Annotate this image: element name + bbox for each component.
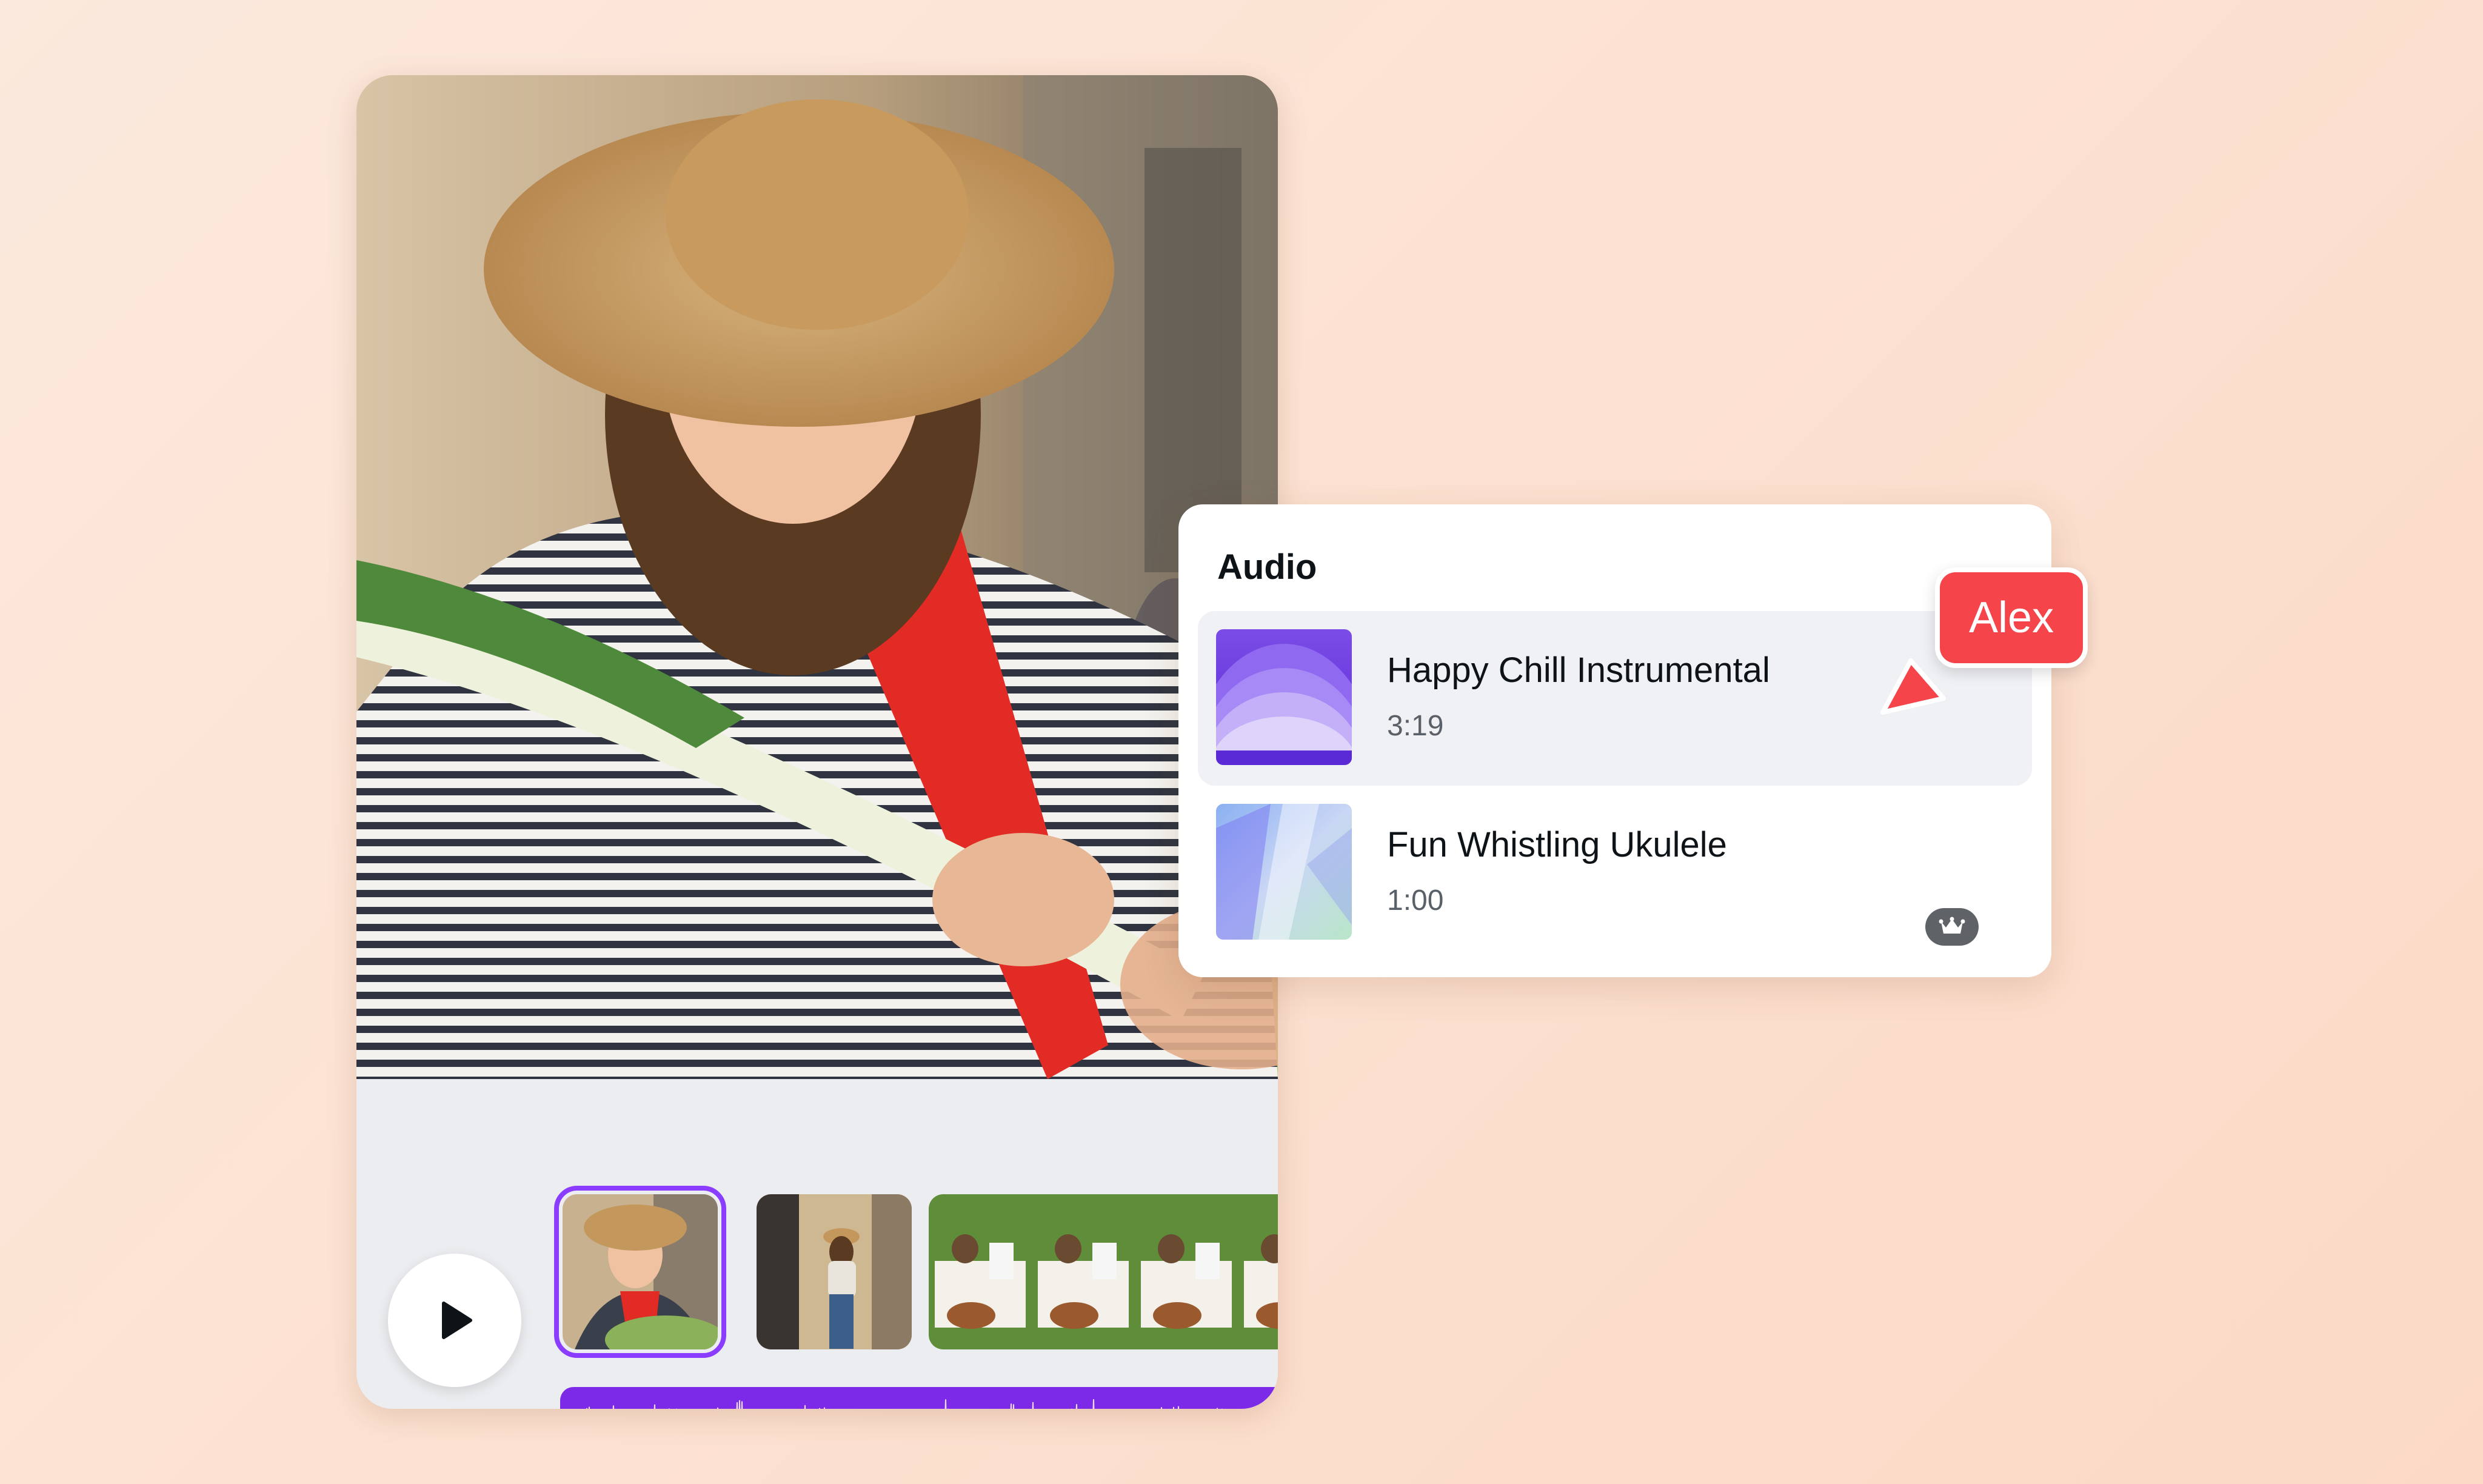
clip-thumbnail (929, 1194, 1278, 1349)
audio-panel: Audio Happy Chill Instrumental 3:19 Fun … (1178, 504, 2051, 977)
timeline-clip-market-vendor[interactable] (554, 1186, 726, 1358)
cursor-icon (1880, 658, 1946, 715)
video-preview[interactable] (356, 75, 1278, 1079)
panel-title: Audio (1217, 547, 1317, 587)
clip-thumbnail (563, 1194, 718, 1349)
play-button[interactable] (388, 1254, 521, 1387)
track-title: Happy Chill Instrumental (1387, 650, 1770, 690)
track-title: Fun Whistling Ukulele (1387, 825, 1727, 864)
audio-waveform (586, 1399, 1223, 1409)
premium-badge (1925, 908, 1979, 946)
preview-image (356, 75, 1278, 1079)
collaborator-name-tag: Alex (1935, 567, 2088, 668)
track-thumbnail (1216, 804, 1352, 940)
audio-track-item[interactable]: Fun Whistling Ukulele 1:00 (1198, 786, 2032, 960)
timeline-controls (356, 1079, 1278, 1409)
audio-track[interactable] (560, 1387, 1278, 1409)
timeline-clip-woman-walking[interactable] (757, 1194, 912, 1349)
clip-thumbnail (757, 1194, 912, 1349)
track-thumbnail (1216, 629, 1352, 765)
video-editor-card (356, 75, 1278, 1409)
timeline-clip-picnic[interactable] (929, 1194, 1278, 1349)
crown-icon (1939, 917, 1965, 934)
play-icon (442, 1302, 472, 1339)
track-duration: 1:00 (1387, 884, 1444, 917)
track-duration: 3:19 (1387, 710, 1444, 742)
